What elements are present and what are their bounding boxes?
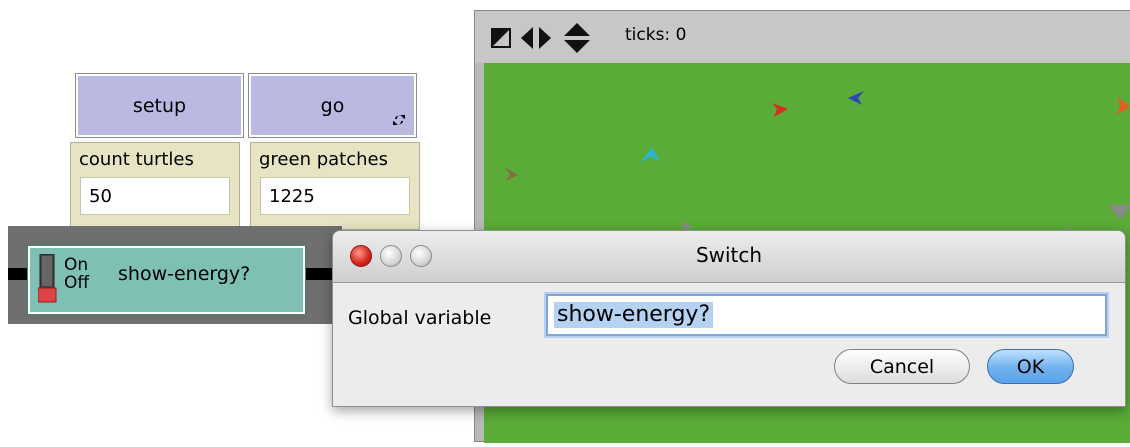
dialog-title: Switch (695, 243, 763, 267)
switch-on-label: On (64, 255, 89, 275)
monitor-label: green patches (259, 149, 388, 170)
cancel-button[interactable]: Cancel (834, 349, 970, 384)
horizontal-arrows-icon[interactable] (521, 27, 551, 49)
turtle (1116, 97, 1130, 115)
selection-handle-left[interactable] (8, 268, 30, 280)
turtle (772, 103, 788, 117)
show-energy-switch[interactable]: On Off show-energy? (27, 245, 306, 315)
cancel-button-label: Cancel (869, 355, 935, 378)
world-size-icon[interactable] (491, 28, 511, 48)
turtle (848, 91, 864, 105)
turtle (1108, 205, 1130, 219)
global-variable-label: Global variable (348, 307, 492, 329)
setup-button-label: setup (132, 94, 187, 117)
monitor-label: count turtles (79, 149, 194, 170)
setup-button[interactable]: setup (75, 73, 244, 138)
dialog-titlebar[interactable]: Switch (333, 231, 1125, 283)
go-button[interactable]: go (248, 73, 417, 138)
vertical-arrows-icon[interactable] (564, 23, 590, 53)
turtle (504, 167, 518, 181)
count-turtles-monitor: count turtles 50 (70, 142, 240, 230)
global-variable-input[interactable]: show-energy? (546, 294, 1107, 336)
switch-off-label: Off (64, 273, 90, 293)
go-button-label: go (320, 94, 345, 117)
view-toolbar: ticks: 0 (475, 11, 1130, 63)
monitor-value: 1225 (260, 177, 410, 215)
global-variable-value: show-energy? (554, 302, 714, 328)
turtle (640, 147, 660, 163)
switch-dialog: Switch Global variable show-energy? Canc… (332, 230, 1126, 407)
forever-icon (393, 115, 405, 125)
ok-button-label: OK (1016, 355, 1045, 378)
ticks-label: ticks: 0 (625, 25, 687, 45)
switch-toggle-icon[interactable] (38, 254, 58, 304)
green-patches-monitor: green patches 1225 (250, 142, 420, 230)
switch-label: show-energy? (118, 263, 251, 285)
ok-button[interactable]: OK (987, 349, 1074, 384)
monitor-value: 50 (80, 177, 230, 215)
